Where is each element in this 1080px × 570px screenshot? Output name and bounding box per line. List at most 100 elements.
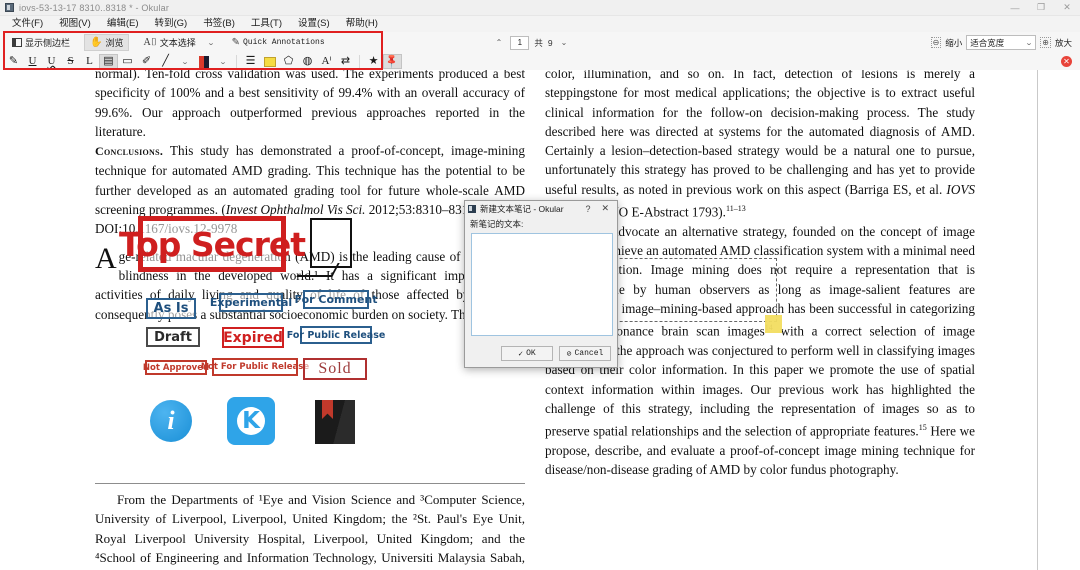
fill-color-tool[interactable]: ⬠ <box>279 54 298 69</box>
menu-goto[interactable]: 转到(G) <box>146 16 195 32</box>
pen-icon: ✎ <box>231 36 240 48</box>
pin-tool[interactable]: 📌 <box>383 53 402 70</box>
opacity-tool[interactable]: ◍ <box>298 54 317 69</box>
footnote-divider <box>95 483 525 484</box>
dialog-help-button[interactable]: ? <box>579 204 596 214</box>
reference-sup-1: 11–13 <box>725 204 746 214</box>
zoom-in-label[interactable]: 放大 <box>1055 37 1072 49</box>
toolbar-divider <box>359 55 360 68</box>
freehand-line-tool[interactable]: ✐ <box>137 54 156 69</box>
typewriter-tool[interactable]: L <box>80 54 99 69</box>
chevron-down-icon: ⌄ <box>180 58 189 66</box>
new-text-note-dialog[interactable]: 新建文本笔记 - Okular ? ✕ 新笔记的文本: ✓ OK ⊘ Cance… <box>464 200 618 368</box>
title-bar: iovs-53-13-17 8310..8318 * - Okular — ❐ … <box>0 0 1080 16</box>
strikeout-tool[interactable]: S <box>61 54 80 69</box>
reference-sup-3: 15 <box>918 423 927 433</box>
strikeout-icon: S <box>67 55 74 67</box>
zoom-level-select[interactable]: 适合宽度 ⌄ <box>966 35 1037 50</box>
fill-color-icon: ⬠ <box>283 55 294 67</box>
stamp-bookmark[interactable] <box>315 400 355 444</box>
stamp-tool[interactable] <box>194 54 213 69</box>
text-selection-label: 文本选择 <box>159 38 196 48</box>
next-page-button[interactable]: ⌄ <box>558 38 571 47</box>
font-tool[interactable]: Aⁱ <box>317 54 336 69</box>
abstract-results-paragraph: normal). Ten-fold cross validation was u… <box>95 70 525 139</box>
underline-tool[interactable]: U <box>23 54 42 69</box>
stamp-as-is[interactable]: As Is <box>146 298 196 319</box>
star-icon: ★ <box>368 55 379 67</box>
opacity-icon: ◍ <box>302 55 313 67</box>
stamp-dropdown[interactable]: ⌄ <box>213 54 232 69</box>
menu-tools[interactable]: 工具(T) <box>243 16 290 32</box>
stamp-expired[interactable]: Expired <box>222 327 284 348</box>
ok-button[interactable]: ✓ OK <box>501 346 553 361</box>
page-edge <box>1037 70 1038 570</box>
text-selection-dropdown[interactable]: ⌄ <box>202 34 220 51</box>
highlighter-tool[interactable]: ✎ <box>4 54 23 69</box>
stamp-experimental[interactable]: Experimental <box>210 293 292 312</box>
zoom-out-label[interactable]: 缩小 <box>945 37 962 49</box>
stamp-kde-logo[interactable] <box>227 397 275 445</box>
note-text-input[interactable] <box>471 233 613 336</box>
show-sidebar-button[interactable]: 显示侧边栏 <box>6 34 76 51</box>
left-column-text: normal). Ten-fold cross validation was u… <box>95 70 525 324</box>
minimize-button[interactable]: — <box>1002 0 1028 16</box>
stamp-not-for-public-release[interactable]: Not For Public Release <box>201 358 309 376</box>
inline-note-tool[interactable]: ▤ <box>99 54 118 69</box>
stamp-for-public-release[interactable]: For Public Release <box>287 326 385 344</box>
underline-icon: U <box>28 55 37 67</box>
cancel-button[interactable]: ⊘ Cancel <box>559 346 611 361</box>
line-dropdown[interactable]: ⌄ <box>175 54 194 69</box>
yellow-highlight-annotation[interactable] <box>765 315 782 333</box>
dialog-label: 新笔记的文本: <box>470 219 524 229</box>
shape-rect-tool[interactable] <box>260 54 279 69</box>
squiggly-tool[interactable]: U <box>42 54 61 69</box>
menu-settings[interactable]: 设置(S) <box>290 16 338 32</box>
maximize-button[interactable]: ❐ <box>1028 0 1054 16</box>
advanced-settings-tool[interactable]: ⇄ <box>336 54 355 69</box>
line-width-tool[interactable]: ☰ <box>241 54 260 69</box>
kde-gear-icon <box>234 404 268 438</box>
stamp-information[interactable]: i <box>150 400 192 442</box>
text-selection-button[interactable]: A⌷ 文本选择 <box>137 34 201 51</box>
close-button[interactable]: ✕ <box>1054 0 1080 16</box>
page-number-input[interactable]: 1 <box>510 35 530 50</box>
stamp-for-comment[interactable]: For Comment <box>295 290 378 309</box>
highlighter-icon: ✎ <box>8 55 19 67</box>
quick-annotations-button[interactable]: ✎ Quick Annotations <box>226 34 331 51</box>
dialog-close-button[interactable]: ✕ <box>596 203 614 214</box>
menu-bookmarks[interactable]: 书签(B) <box>195 16 243 32</box>
zoom-in-icon: ⊕ <box>1040 37 1051 48</box>
close-document-button[interactable]: ✕ <box>1061 56 1072 67</box>
window-title: iovs-53-13-17 8310..8318 * - Okular <box>19 2 170 13</box>
browse-tool-button[interactable]: ✋ 浏览 <box>84 34 130 51</box>
zoom-controls: ⊖ 缩小 适合宽度 ⌄ ⊕ 放大 <box>930 35 1072 50</box>
menu-view[interactable]: 视图(V) <box>51 16 99 32</box>
zoom-level-value: 适合宽度 <box>970 37 1005 48</box>
callout-annotation[interactable] <box>310 218 352 268</box>
stamp-not-approved[interactable]: Not Approved <box>143 360 209 375</box>
menu-help[interactable]: 帮助(H) <box>338 16 386 32</box>
straight-line-tool[interactable]: ╱ <box>156 54 175 69</box>
zoom-out-icon: ⊖ <box>930 37 942 48</box>
typewriter-icon: L <box>86 55 93 67</box>
journal-name: Invest Ophthalmol Vis Sci. <box>225 202 366 218</box>
page-of-label: 共 <box>534 37 543 48</box>
popup-note-tool[interactable]: ▭ <box>118 54 137 69</box>
stamp-draft[interactable]: Draft <box>146 327 200 347</box>
annotation-toolbar: ✎ U U S L ▤ ▭ ✐ ╱ ⌄ ⌄ ☰ ⬠ ◍ Aⁱ ⇄ ★ 📌 <box>0 53 1080 70</box>
stamp-top-secret[interactable]: Top Secret <box>119 216 306 272</box>
chevron-down-icon: ⌄ <box>218 58 227 66</box>
conclusions-heading: Conclusions. <box>95 144 164 159</box>
cancel-icon: ⊘ <box>566 349 572 359</box>
menu-file[interactable]: 文件(F) <box>4 16 51 32</box>
citation-text: 2012;53:8310–8318) <box>365 202 480 218</box>
favorite-tool[interactable]: ★ <box>364 54 383 69</box>
page-navigation: ⌃ 1 共 9 ⌄ <box>493 35 571 50</box>
menu-edit[interactable]: 编辑(E) <box>99 16 147 32</box>
stamp-sold[interactable]: Sold <box>303 358 367 380</box>
previous-page-button[interactable]: ⌃ <box>493 38 506 47</box>
stamp-icon <box>198 55 209 68</box>
cancel-label: Cancel <box>574 349 604 358</box>
inline-note-icon: ▤ <box>103 55 114 67</box>
